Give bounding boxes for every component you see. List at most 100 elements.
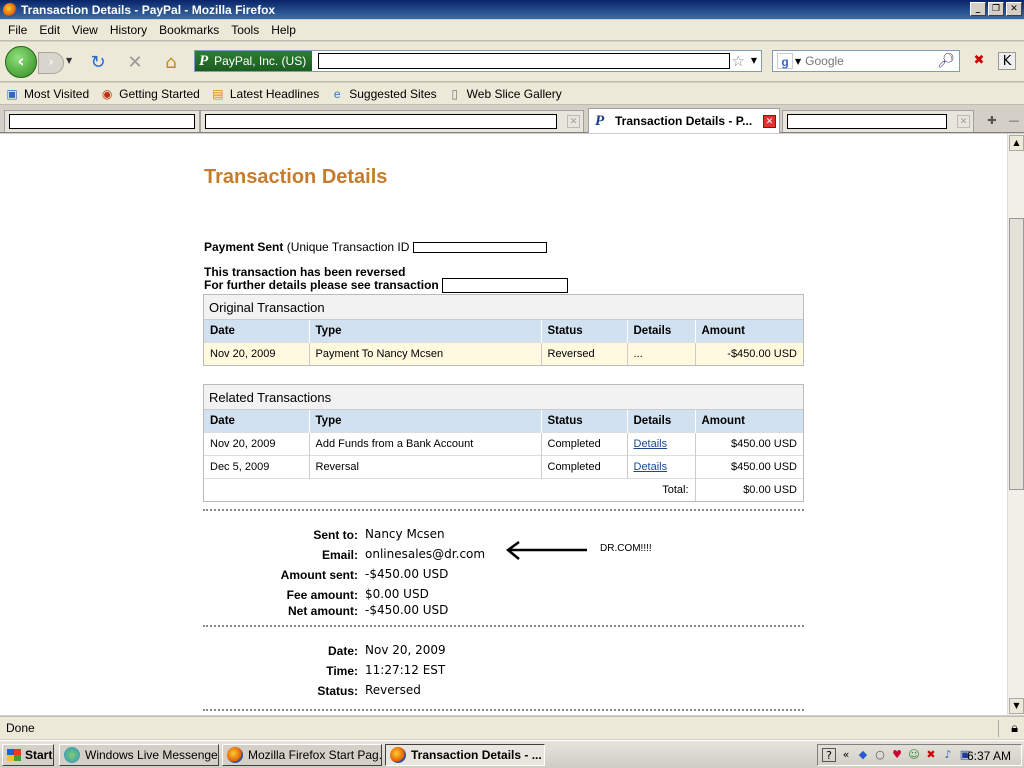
cell-date: Nov 20, 2009 xyxy=(204,431,310,455)
url-dropdown-icon[interactable]: ▼ xyxy=(751,56,757,65)
divider xyxy=(203,625,804,627)
cell-details: ... xyxy=(627,341,696,365)
address-bar[interactable]: P PayPal, Inc. (US) ☆ ▼ xyxy=(194,50,762,72)
cell-date: Dec 5, 2009 xyxy=(204,454,310,478)
search-engine-dropdown-icon[interactable]: ▼ xyxy=(795,57,801,66)
shield-icon[interactable]: ◆ xyxy=(856,748,870,762)
menu-help[interactable]: Help xyxy=(265,23,302,37)
tab-blank-2[interactable]: ✕ xyxy=(200,110,584,132)
close-window-button[interactable]: ✕ xyxy=(1006,2,1022,16)
search-bar[interactable]: g ▼ 🔎︎ xyxy=(772,50,960,72)
menu-edit[interactable]: Edit xyxy=(33,23,66,37)
bookmark-star-icon[interactable]: ☆ xyxy=(732,52,745,70)
rss-icon: ▤ xyxy=(212,86,224,101)
history-dropdown-icon[interactable]: ▼ xyxy=(66,56,72,65)
network-icon[interactable]: ✖ xyxy=(924,748,938,762)
meta-values: Nov 20, 2009 11:27:12 EST Reversed xyxy=(365,642,565,702)
bookmark-getting-started[interactable]: ◉ Getting Started xyxy=(99,86,200,102)
magnifier-icon[interactable]: ○ xyxy=(873,748,887,762)
url-input[interactable] xyxy=(318,53,731,69)
original-transaction-table: Date Type Status Details Amount Nov 20, … xyxy=(204,320,803,365)
table-row: Nov 20, 2009 Add Funds from a Bank Accou… xyxy=(204,431,803,455)
close-tab-icon[interactable]: ✕ xyxy=(957,115,970,128)
minimize-button[interactable]: _ xyxy=(970,2,986,16)
header-status: Status xyxy=(541,320,628,342)
email-value: onlinesales@dr.com xyxy=(365,547,486,561)
sent-to-value: Nancy Mcsen xyxy=(365,527,445,541)
header-details: Details xyxy=(627,320,696,342)
tab-blank-1[interactable] xyxy=(4,110,200,132)
close-tab-icon[interactable]: ✕ xyxy=(567,115,580,128)
menu-view[interactable]: View xyxy=(66,23,104,37)
firefox-icon: ◉ xyxy=(101,86,113,101)
menu-history[interactable]: History xyxy=(104,23,153,37)
scrollbar-thumb[interactable] xyxy=(1009,218,1024,490)
total-value: $0.00 USD xyxy=(695,477,803,501)
back-button[interactable]: ‹ xyxy=(5,46,37,78)
redacted-transaction-id xyxy=(412,242,547,254)
page-icon: ▯ xyxy=(451,86,458,101)
restore-button[interactable]: ❐ xyxy=(988,2,1004,16)
google-icon[interactable]: g xyxy=(777,53,793,69)
tray-expand-icon[interactable]: « xyxy=(839,748,853,762)
help-icon[interactable]: ? xyxy=(822,748,836,762)
lock-icon[interactable]: 🔒︎ xyxy=(1011,720,1018,736)
scroll-down-icon[interactable]: ▼ xyxy=(1009,698,1024,714)
cell-amount: $450.00 USD xyxy=(695,431,803,455)
volume-icon[interactable]: ♪ xyxy=(941,748,955,762)
messenger-icon xyxy=(64,747,80,763)
bookmark-suggested-sites[interactable]: e Suggested Sites xyxy=(329,86,437,102)
taskbar-transaction-details[interactable]: Transaction Details - ... xyxy=(385,744,545,766)
menu-tools[interactable]: Tools xyxy=(225,23,265,37)
payment-sent-label: Payment Sent xyxy=(204,240,284,254)
bookmark-web-slice-gallery[interactable]: ▯ Web Slice Gallery xyxy=(447,86,561,102)
search-input[interactable] xyxy=(805,54,936,68)
tab-list-icon[interactable]: ✚ xyxy=(982,112,1002,130)
search-icon[interactable]: 🔎︎ xyxy=(937,53,955,69)
meta-labels: Date: Time: Status: xyxy=(203,642,358,702)
close-tab-icon[interactable]: ✕ xyxy=(763,115,776,128)
amount-sent-label: Amount sent: xyxy=(280,568,358,582)
menu-file[interactable]: File xyxy=(2,23,33,37)
tab-transaction-details[interactable]: P Transaction Details - P... ✕ xyxy=(588,108,780,133)
cell-amount: -$450.00 USD xyxy=(695,341,803,365)
reload-icon[interactable]: ↻ xyxy=(88,53,108,73)
table-row: Dec 5, 2009 Reversal Completed Details $… xyxy=(204,454,803,478)
status-separator xyxy=(998,720,999,737)
bookmark-label: Getting Started xyxy=(119,86,200,101)
related-transactions-caption: Related Transactions xyxy=(204,385,803,410)
home-icon[interactable]: ⌂ xyxy=(161,53,181,73)
stop-icon[interactable]: ✕ xyxy=(125,53,145,73)
scroll-up-icon[interactable]: ▲ xyxy=(1009,135,1024,151)
cell-details: Details xyxy=(627,454,696,478)
addon-k-icon[interactable]: K xyxy=(998,52,1016,70)
most-visited-icon: ▣ xyxy=(6,86,18,101)
cell-details: Details xyxy=(627,431,696,455)
details-link[interactable]: Details xyxy=(634,438,668,450)
cell-status: Completed xyxy=(541,454,628,478)
bookmark-latest-headlines[interactable]: ▤ Latest Headlines xyxy=(210,86,319,102)
fee-amount-label: Fee amount: xyxy=(286,588,358,602)
taskbar-firefox-start[interactable]: Mozilla Firefox Start Pag... xyxy=(222,744,382,766)
site-identity-button[interactable]: P PayPal, Inc. (US) xyxy=(195,51,313,71)
addon-red-icon[interactable]: ✖ xyxy=(970,52,988,70)
divider xyxy=(203,509,804,511)
tab-menu-icon[interactable]: — xyxy=(1006,112,1022,130)
taskbar-label: Mozilla Firefox Start Pag... xyxy=(248,748,382,762)
heart-icon[interactable]: ♥ xyxy=(890,748,904,762)
redacted-transaction-link[interactable] xyxy=(442,278,569,294)
start-button[interactable]: Start xyxy=(2,744,54,766)
cell-date: Nov 20, 2009 xyxy=(204,341,310,365)
details-link[interactable]: Details xyxy=(634,461,668,473)
forward-button[interactable]: › xyxy=(38,52,64,74)
tab-blank-3[interactable]: ✕ xyxy=(782,110,974,132)
taskbar-messenger[interactable]: Windows Live Messenger xyxy=(59,744,219,766)
date-value: Nov 20, 2009 xyxy=(365,643,446,657)
cell-status: Completed xyxy=(541,431,628,455)
messenger-tray-icon[interactable]: ☺ xyxy=(907,748,921,762)
vertical-scrollbar[interactable]: ▲ ▼ xyxy=(1007,134,1024,715)
net-amount-value: -$450.00 USD xyxy=(365,603,449,617)
menu-bookmarks[interactable]: Bookmarks xyxy=(153,23,225,37)
bookmark-most-visited[interactable]: ▣ Most Visited xyxy=(4,86,89,102)
cell-status: Reversed xyxy=(541,341,628,365)
